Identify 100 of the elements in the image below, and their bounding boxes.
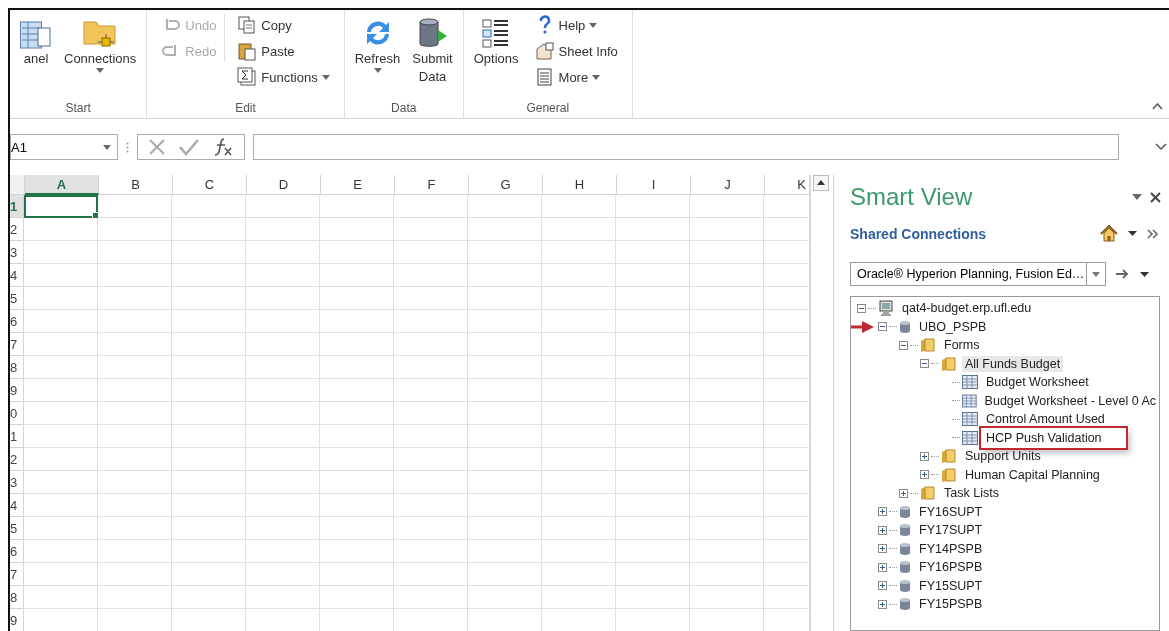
grid-cell[interactable] [24, 402, 98, 425]
grid-cell[interactable] [542, 494, 616, 517]
grid-cell[interactable] [764, 356, 810, 379]
grid-cell[interactable] [24, 448, 98, 471]
grid-cell[interactable] [394, 264, 468, 287]
grid-cell[interactable] [394, 379, 468, 402]
row-header[interactable]: 1 [10, 425, 24, 448]
grid-cell[interactable] [468, 402, 542, 425]
ribbon-button[interactable]: Connections [60, 14, 141, 75]
grid-cell[interactable] [98, 379, 172, 402]
grid-cell[interactable] [468, 425, 542, 448]
grid-cell[interactable] [24, 241, 98, 264]
tree-item[interactable]: Support Units [962, 448, 1044, 465]
row-header[interactable]: 2 [10, 448, 24, 471]
grid-cell[interactable] [690, 448, 764, 471]
grid-cell[interactable] [542, 287, 616, 310]
expand-toggle[interactable] [878, 599, 887, 609]
ribbon-button[interactable]: anel [16, 14, 56, 70]
tree-item[interactable]: FY16PSPB [916, 559, 986, 576]
grid-cell[interactable] [246, 379, 320, 402]
grid-cell[interactable] [616, 540, 690, 563]
column-header[interactable]: D [247, 175, 321, 195]
row-header[interactable]: 8 [10, 586, 24, 609]
column-header[interactable]: J [691, 175, 765, 195]
grid-cell[interactable] [690, 310, 764, 333]
grid-cell[interactable] [246, 218, 320, 241]
ribbon-button[interactable]: Refresh [350, 14, 405, 75]
grid-cell[interactable] [172, 195, 246, 218]
check-icon[interactable] [178, 138, 200, 156]
grid-cell[interactable] [98, 402, 172, 425]
grid-cell[interactable] [542, 471, 616, 494]
grid-cell[interactable] [24, 379, 98, 402]
grid-cell[interactable] [24, 471, 98, 494]
grid-cell[interactable] [616, 494, 690, 517]
grid-cell[interactable] [468, 563, 542, 586]
ribbon-button[interactable]: Paste [235, 40, 332, 62]
grid-cell[interactable] [320, 218, 394, 241]
grid-cell[interactable] [394, 287, 468, 310]
grid-cell[interactable] [468, 448, 542, 471]
grid-cell[interactable] [24, 310, 98, 333]
tree-item[interactable]: All Funds Budget [962, 355, 1064, 372]
grid-cell[interactable] [246, 310, 320, 333]
row-header[interactable]: 5 [10, 517, 24, 540]
grid-cell[interactable] [764, 218, 810, 241]
grid-cell[interactable] [246, 402, 320, 425]
grid-cell[interactable] [98, 425, 172, 448]
grid-cell[interactable] [764, 195, 810, 218]
scrollbar[interactable] [810, 175, 831, 631]
tree-item[interactable]: FY15PSPB [916, 596, 986, 613]
tree-item[interactable]: Control Amount Used [983, 411, 1108, 428]
grid-cell[interactable] [764, 448, 810, 471]
grid-cell[interactable] [320, 563, 394, 586]
grid-cell[interactable] [172, 517, 246, 540]
grid-cell[interactable] [24, 218, 98, 241]
grid-cell[interactable] [542, 563, 616, 586]
grid-cell[interactable] [468, 494, 542, 517]
grid-cell[interactable] [320, 195, 394, 218]
grid-cell[interactable] [616, 448, 690, 471]
grid-cell[interactable] [246, 540, 320, 563]
grid-cell[interactable] [246, 241, 320, 264]
grid-cell[interactable] [690, 218, 764, 241]
grid-cell[interactable] [172, 287, 246, 310]
grid-cell[interactable] [468, 287, 542, 310]
grid-cell[interactable] [468, 379, 542, 402]
column-header[interactable]: G [469, 175, 543, 195]
grid-cell[interactable] [542, 264, 616, 287]
grid-cell[interactable] [764, 586, 810, 609]
grid-cell[interactable] [172, 310, 246, 333]
grid-cell[interactable] [246, 425, 320, 448]
grid-cell[interactable] [246, 195, 320, 218]
grid-cell[interactable] [616, 195, 690, 218]
home-icon[interactable] [1100, 225, 1118, 242]
grid-cell[interactable] [394, 494, 468, 517]
grid-cell[interactable] [172, 494, 246, 517]
grid-cell[interactable] [764, 310, 810, 333]
grid-cell[interactable] [24, 540, 98, 563]
grid-cell[interactable] [542, 333, 616, 356]
grid-cell[interactable] [690, 333, 764, 356]
grid-cell[interactable] [394, 540, 468, 563]
scroll-up-button[interactable] [813, 175, 829, 191]
row-header[interactable]: 7 [10, 333, 24, 356]
grid-cell[interactable] [542, 402, 616, 425]
grid-cell[interactable] [690, 563, 764, 586]
grid-cell[interactable] [616, 333, 690, 356]
grid-cell[interactable] [172, 264, 246, 287]
arrow-right-icon[interactable] [1116, 269, 1130, 279]
grid-cell[interactable] [320, 402, 394, 425]
grid-cell[interactable] [320, 264, 394, 287]
grid-cell[interactable] [246, 563, 320, 586]
grid-cell[interactable] [98, 563, 172, 586]
grid-cell[interactable] [172, 333, 246, 356]
grid-cell[interactable] [616, 563, 690, 586]
grid-cell[interactable] [98, 517, 172, 540]
grid-cell[interactable] [320, 540, 394, 563]
grid-cell[interactable] [690, 379, 764, 402]
row-header[interactable]: 1 [10, 195, 24, 218]
grid-cell[interactable] [246, 448, 320, 471]
grid-cell[interactable] [320, 494, 394, 517]
grid-cell[interactable] [468, 517, 542, 540]
row-header[interactable]: 7 [10, 563, 24, 586]
